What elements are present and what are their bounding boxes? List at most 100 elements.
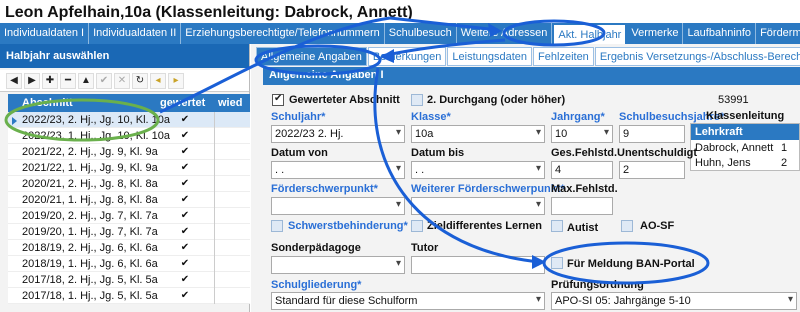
tab-ergebnis[interactable]: Ergebnis Versetzungs-/Abschluss-Berechnu… xyxy=(594,47,800,66)
abschnitt-cell: 2018/19, 2. Hj., Jg. 6, Kl. 6a xyxy=(8,242,158,254)
grid-rows: 2022/23, 2. Hj., Jg. 10, Kl. 10a ✔ 2022/23… xyxy=(8,111,250,304)
schuljahr-select[interactable]: 2022/23 2. Hj. xyxy=(271,125,405,143)
table-row[interactable]: 2018/19, 2. Hj., Jg. 6, Kl. 6a ✔ xyxy=(8,239,250,256)
datum-bis-label: Datum bis xyxy=(411,147,465,159)
table-row[interactable]: 2021/22, 1. Hj., Jg. 9, Kl. 9a ✔ xyxy=(8,159,250,176)
wied-cell xyxy=(214,239,250,256)
tab-allgemeine-angaben[interactable]: Allgemeine Angaben xyxy=(256,47,367,66)
table-row[interactable]: 2021/22, 2. Hj., Jg. 9, Kl. 9a ✔ xyxy=(8,143,250,160)
check-icon[interactable]: ✔ xyxy=(96,72,112,89)
wied-cell xyxy=(214,287,250,304)
lehrkraft-row[interactable]: Dabrock, Annett 1 xyxy=(691,140,799,155)
max-fehlstd-field[interactable] xyxy=(551,197,613,215)
tab-weitere-adressen[interactable]: Weitere Adressen xyxy=(457,23,553,44)
tab-laufbahninfo[interactable]: Laufbahninfo xyxy=(683,23,757,44)
row-marker-icon xyxy=(12,116,17,125)
schulgliederung-select[interactable]: Standard für diese Schulform xyxy=(271,292,545,310)
prev-icon[interactable]: ◂ xyxy=(150,72,166,89)
abschnitt-cell: 2020/21, 1. Hj., Jg. 8, Kl. 8a xyxy=(8,194,158,206)
wied-cell xyxy=(214,111,250,128)
lehrkraft-name: Huhn, Jens xyxy=(695,157,751,169)
klasse-select[interactable]: 10a xyxy=(411,125,545,143)
col-abschnitt[interactable]: Abschnitt xyxy=(8,94,156,112)
gewertet-checkbox[interactable]: ✔ xyxy=(156,194,214,205)
table-row[interactable]: 2017/18, 1. Hj., Jg. 5, Kl. 5a ✔ xyxy=(8,287,250,304)
cancel-icon[interactable]: ✕ xyxy=(114,72,130,89)
foerderschwerpunkt-label: Förderschwerpunkt* xyxy=(271,183,378,195)
wied-cell xyxy=(214,127,250,144)
abschnitt-label: 2021/22, 2. Hj., Jg. 9, Kl. 9a xyxy=(22,145,158,158)
col-gewertet[interactable]: gewertet xyxy=(156,94,214,112)
gewertet-checkbox[interactable]: ✔ xyxy=(156,210,214,221)
datum-bis-value: . . xyxy=(415,164,425,176)
zweiter-durchgang-checkbox[interactable] xyxy=(411,94,423,106)
wied-cell xyxy=(214,191,250,208)
up-icon[interactable]: ▲ xyxy=(78,72,94,89)
gewertet-checkbox[interactable]: ✔ xyxy=(156,226,214,237)
tab-erziehungsberechtigte[interactable]: Erziehungsberechtigte/Telefonnummern xyxy=(181,23,385,44)
fehlstd-value: 4 xyxy=(555,164,562,176)
abschnitt-label: 2020/21, 2. Hj., Jg. 8, Kl. 8a xyxy=(22,177,158,190)
window-title: Leon Apfelhain,10a (Klassenleitung: Dabr… xyxy=(0,0,800,23)
gewertet-checkbox[interactable]: ✔ xyxy=(156,290,214,301)
datum-von-field[interactable]: . . xyxy=(271,161,405,179)
table-row[interactable]: 2019/20, 2. Hj., Jg. 7, Kl. 7a ✔ xyxy=(8,207,250,224)
schulbesuchsjahre-field[interactable]: 9 xyxy=(619,125,685,143)
datum-bis-field[interactable]: . . xyxy=(411,161,545,179)
tab-vermerke[interactable]: Vermerke xyxy=(627,23,684,44)
id-number: 53991 xyxy=(718,94,749,106)
datum-von-label: Datum von xyxy=(271,147,328,159)
tab-akt-halbjahr[interactable]: Akt. Halbjahr xyxy=(552,23,628,44)
jahrgang-select[interactable]: 10 xyxy=(551,125,613,143)
delete-icon[interactable]: ━ xyxy=(60,72,76,89)
table-row[interactable]: 2018/19, 1. Hj., Jg. 6, Kl. 6a ✔ xyxy=(8,255,250,272)
abschnitt-cell: 2020/21, 2. Hj., Jg. 8, Kl. 8a xyxy=(8,177,158,190)
table-row[interactable]: 2022/23, 2. Hj., Jg. 10, Kl. 10a ✔ xyxy=(8,111,250,128)
zieldifferentes-checkbox[interactable] xyxy=(411,220,423,232)
autist-checkbox[interactable] xyxy=(551,220,563,232)
gewertet-checkbox[interactable]: ✔ xyxy=(156,242,214,253)
tab-leistungsdaten[interactable]: Leistungsdaten xyxy=(447,47,533,66)
gewertet-checkbox[interactable]: ✔ xyxy=(156,162,214,173)
fehlstd-field[interactable]: 4 xyxy=(551,161,613,179)
table-row[interactable]: 2020/21, 1. Hj., Jg. 8, Kl. 8a ✔ xyxy=(8,191,250,208)
foerderschwerpunkt-select[interactable] xyxy=(271,197,405,215)
tutor-select[interactable] xyxy=(411,256,545,274)
gewertet-checkbox[interactable]: ✔ xyxy=(156,258,214,269)
table-row[interactable]: 2017/18, 2. Hj., Jg. 5, Kl. 5a ✔ xyxy=(8,271,250,288)
tab-fehlzeiten[interactable]: Fehlzeiten xyxy=(533,47,594,66)
pruefungsordnung-select[interactable]: APO-SI 05: Jahrgänge 5-10 xyxy=(551,292,797,310)
gewertet-checkbox[interactable]: ✔ xyxy=(156,146,214,157)
gewerteter-abschnitt-checkbox[interactable] xyxy=(272,93,284,106)
gewertet-checkbox[interactable]: ✔ xyxy=(156,178,214,189)
tab-individualdaten-2[interactable]: Individualdaten II xyxy=(89,23,182,44)
panel-header: Allgemeine Angaben I xyxy=(263,67,800,85)
tab-foerdermassnahmen[interactable]: Fördermaßnahmen xyxy=(756,23,800,44)
sonderpaedagoge-select[interactable] xyxy=(271,256,405,274)
halbjahr-toolbar: ◀ ▶ ✚ ━ ▲ ✔ ✕ ↻ ◂ ▸ xyxy=(0,70,249,92)
schwerstbehinderung-checkbox[interactable] xyxy=(271,220,283,232)
tab-bemerkungen[interactable]: Bemerkungen xyxy=(367,47,447,66)
first-icon[interactable]: ◀ xyxy=(6,72,22,89)
next-icon[interactable]: ▸ xyxy=(168,72,184,89)
lehrkraft-row[interactable]: Huhn, Jens 2 xyxy=(691,155,799,170)
aosf-checkbox[interactable] xyxy=(621,220,633,232)
table-row[interactable]: 2022/23, 1. Hj., Jg. 10, Kl. 10a ✔ xyxy=(8,127,250,144)
abschnitt-label: 2022/23, 2. Hj., Jg. 10, Kl. 10a xyxy=(22,113,170,126)
add-icon[interactable]: ✚ xyxy=(42,72,58,89)
table-row[interactable]: 2020/21, 2. Hj., Jg. 8, Kl. 8a ✔ xyxy=(8,175,250,192)
gewertet-checkbox[interactable]: ✔ xyxy=(156,274,214,285)
tab-schulbesuch[interactable]: Schulbesuch xyxy=(385,23,457,44)
table-row[interactable]: 2019/20, 1. Hj., Jg. 7, Kl. 7a ✔ xyxy=(8,223,250,240)
ban-portal-checkbox[interactable] xyxy=(551,257,563,269)
refresh-icon[interactable]: ↻ xyxy=(132,72,148,89)
unentschuldigt-label: Unentschuldigt xyxy=(617,147,698,159)
weiterer-foerderschwerpunkt-select[interactable] xyxy=(411,197,545,215)
abschnitt-cell: 2022/23, 1. Hj., Jg. 10, Kl. 10a xyxy=(8,130,170,142)
tab-individualdaten-1[interactable]: Individualdaten I xyxy=(0,23,90,44)
unentschuldigt-field[interactable]: 2 xyxy=(619,161,685,179)
pruefungsordnung-label: Prüfungsordnung xyxy=(551,279,644,291)
wied-cell xyxy=(214,255,250,272)
last-icon[interactable]: ▶ xyxy=(24,72,40,89)
col-wied[interactable]: wied xyxy=(214,94,250,112)
